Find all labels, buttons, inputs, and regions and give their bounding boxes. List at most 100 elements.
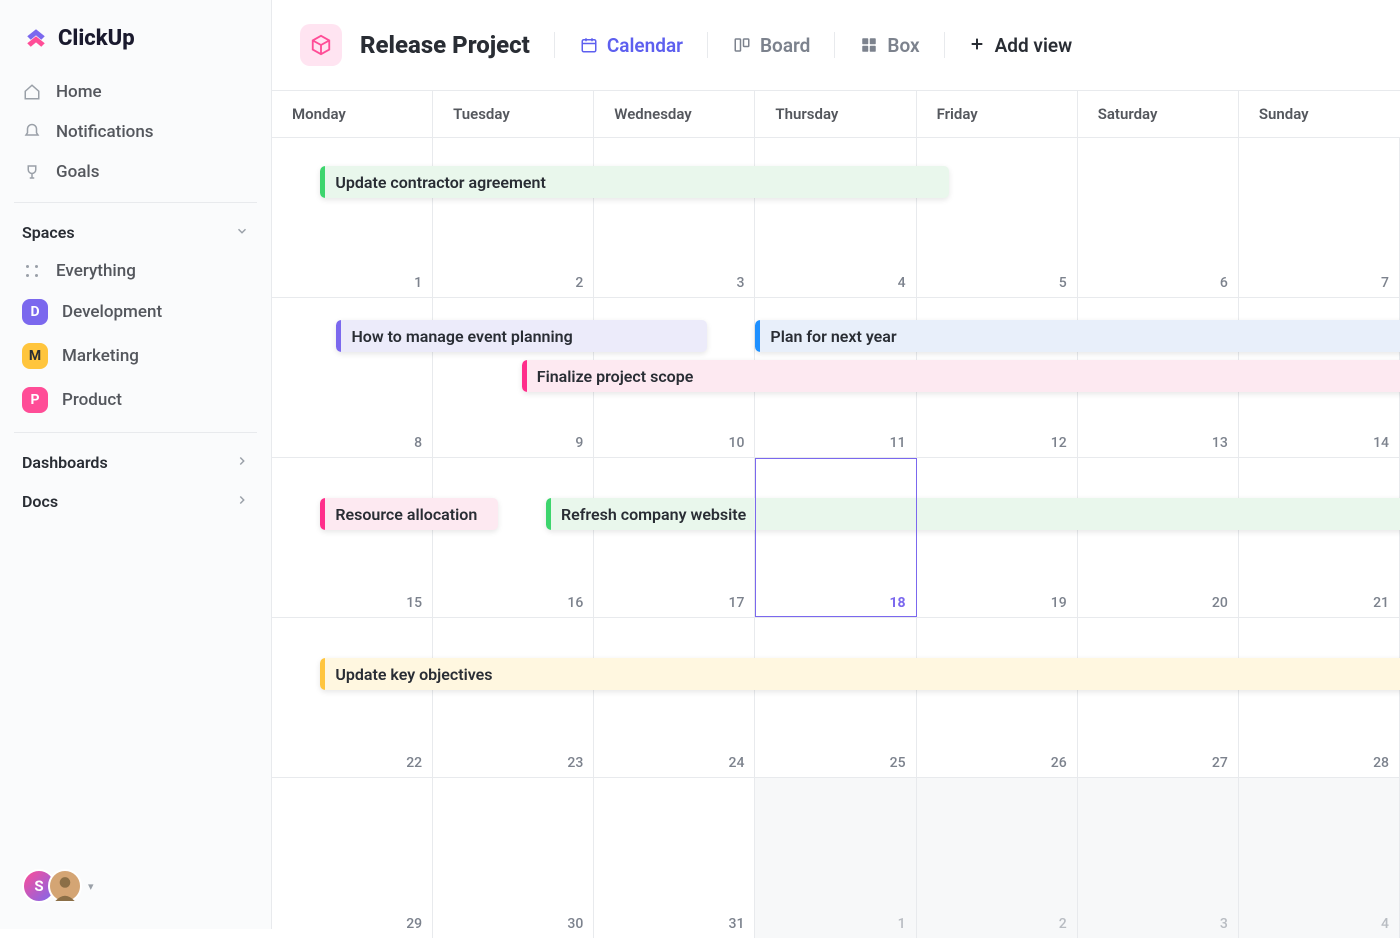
day-cell[interactable]: 17 bbox=[594, 458, 755, 617]
logo[interactable]: ClickUp bbox=[0, 12, 271, 72]
day-cell[interactable]: 27 bbox=[1078, 618, 1239, 777]
nav-goals[interactable]: Goals bbox=[0, 152, 271, 192]
day-number: 23 bbox=[567, 755, 583, 771]
day-number: 3 bbox=[736, 275, 744, 291]
calendar-event[interactable]: Refresh company website bbox=[546, 498, 1400, 530]
calendar-event[interactable]: Update contractor agreement bbox=[320, 166, 948, 198]
tab-label: Calendar bbox=[607, 34, 683, 57]
day-cell[interactable]: 23 bbox=[433, 618, 594, 777]
day-cell[interactable]: 1 bbox=[272, 138, 433, 297]
spaces-header[interactable]: Spaces bbox=[0, 213, 271, 252]
event-color-bar bbox=[546, 498, 551, 530]
day-cell[interactable]: 5 bbox=[917, 138, 1078, 297]
day-cell[interactable]: 21 bbox=[1239, 458, 1400, 617]
day-cell[interactable]: 1 bbox=[755, 778, 916, 938]
event-color-bar bbox=[522, 360, 527, 392]
add-view-label: Add view bbox=[995, 34, 1073, 57]
event-color-bar bbox=[336, 320, 341, 352]
day-number: 7 bbox=[1381, 275, 1389, 291]
space-badge: D bbox=[22, 299, 48, 325]
divider bbox=[707, 32, 708, 58]
day-number: 4 bbox=[898, 275, 906, 291]
calendar-event[interactable]: Plan for next year bbox=[755, 320, 1400, 352]
sidebar-space-product[interactable]: P Product bbox=[0, 378, 271, 422]
calendar-week: 15 16171819 20 21 Resource allocation Refresh… bbox=[272, 458, 1400, 618]
user-menu[interactable]: S ▾ bbox=[0, 855, 271, 917]
everything-label: Everything bbox=[56, 261, 136, 281]
nav-home-label: Home bbox=[56, 82, 102, 102]
day-cell[interactable]: 30 bbox=[433, 778, 594, 938]
nav-notifications-label: Notifications bbox=[56, 122, 154, 142]
day-cell[interactable]: 29 bbox=[272, 778, 433, 938]
sidebar-space-marketing[interactable]: M Marketing bbox=[0, 334, 271, 378]
day-cell[interactable]: 24 bbox=[594, 618, 755, 777]
tab-board[interactable]: Board bbox=[732, 34, 810, 57]
calendar-view: Monday Tuesday Wednesday Thursday Friday… bbox=[272, 91, 1400, 938]
day-headers: Monday Tuesday Wednesday Thursday Friday… bbox=[272, 91, 1400, 138]
docs-header[interactable]: Docs bbox=[0, 482, 271, 521]
day-cell[interactable]: 15 bbox=[272, 458, 433, 617]
day-number: 9 bbox=[575, 435, 583, 451]
day-number: 11 bbox=[890, 435, 906, 451]
day-cell[interactable]: 3 bbox=[1078, 778, 1239, 938]
clickup-logo-icon bbox=[22, 24, 50, 52]
day-cell[interactable]: 19 bbox=[917, 458, 1078, 617]
day-cell[interactable]: 16 bbox=[433, 458, 594, 617]
day-number: 25 bbox=[890, 755, 906, 771]
day-cell[interactable]: 4 bbox=[1239, 778, 1400, 938]
tab-label: Board bbox=[760, 34, 810, 57]
sidebar: ClickUp Home Notifications Goals Spaces … bbox=[0, 0, 272, 929]
tab-box[interactable]: Box bbox=[859, 34, 919, 57]
calendar-event[interactable]: Update key objectives bbox=[320, 658, 1400, 690]
event-title: Plan for next year bbox=[770, 327, 896, 346]
day-cell[interactable]: 18 bbox=[755, 458, 916, 617]
day-header: Saturday bbox=[1078, 91, 1239, 137]
nav-notifications[interactable]: Notifications bbox=[0, 112, 271, 152]
day-cell[interactable]: 25 bbox=[755, 618, 916, 777]
event-color-bar bbox=[320, 166, 325, 198]
caret-down-icon: ▾ bbox=[88, 880, 94, 893]
day-number: 22 bbox=[406, 755, 422, 771]
calendar-week: 2930311234 bbox=[272, 778, 1400, 938]
day-number: 12 bbox=[1051, 435, 1067, 451]
add-view-button[interactable]: Add view bbox=[969, 34, 1073, 57]
day-number: 6 bbox=[1220, 275, 1228, 291]
day-cell[interactable]: 31 bbox=[594, 778, 755, 938]
tab-calendar[interactable]: Calendar bbox=[579, 34, 683, 57]
plus-icon bbox=[969, 34, 985, 57]
docs-label: Docs bbox=[22, 492, 58, 511]
day-number: 8 bbox=[414, 435, 422, 451]
day-number: 28 bbox=[1373, 755, 1389, 771]
calendar-icon bbox=[579, 35, 599, 55]
divider bbox=[14, 202, 257, 203]
day-number: 20 bbox=[1212, 595, 1228, 611]
chevron-right-icon bbox=[235, 453, 249, 472]
project-icon bbox=[300, 24, 342, 66]
event-title: Update contractor agreement bbox=[335, 173, 546, 192]
day-cell[interactable]: 7 bbox=[1239, 138, 1400, 297]
day-number: 21 bbox=[1373, 595, 1389, 611]
nav-home[interactable]: Home bbox=[0, 72, 271, 112]
calendar-event[interactable]: How to manage event planning bbox=[336, 320, 707, 352]
day-cell[interactable]: 20 bbox=[1078, 458, 1239, 617]
day-cell[interactable]: 28 bbox=[1239, 618, 1400, 777]
day-cell[interactable]: 6 bbox=[1078, 138, 1239, 297]
main: Release Project Calendar Board Box Add v… bbox=[272, 0, 1400, 929]
day-cell[interactable]: 4 bbox=[755, 138, 916, 297]
calendar-event[interactable]: Finalize project scope bbox=[522, 360, 1400, 392]
event-color-bar bbox=[320, 658, 325, 690]
sidebar-item-everything[interactable]: Everything bbox=[0, 252, 271, 290]
day-number: 15 bbox=[406, 595, 422, 611]
topbar: Release Project Calendar Board Box Add v… bbox=[272, 0, 1400, 91]
day-number: 14 bbox=[1373, 435, 1389, 451]
day-cell[interactable]: 2 bbox=[433, 138, 594, 297]
day-cell[interactable]: 2 bbox=[917, 778, 1078, 938]
calendar-event[interactable]: Resource allocation bbox=[320, 498, 497, 530]
day-cell[interactable]: 22 bbox=[272, 618, 433, 777]
event-color-bar bbox=[755, 320, 760, 352]
day-cell[interactable]: 3 bbox=[594, 138, 755, 297]
day-cell[interactable]: 26 bbox=[917, 618, 1078, 777]
dashboards-header[interactable]: Dashboards bbox=[0, 443, 271, 482]
sidebar-space-development[interactable]: D Development bbox=[0, 290, 271, 334]
avatar bbox=[48, 869, 82, 903]
